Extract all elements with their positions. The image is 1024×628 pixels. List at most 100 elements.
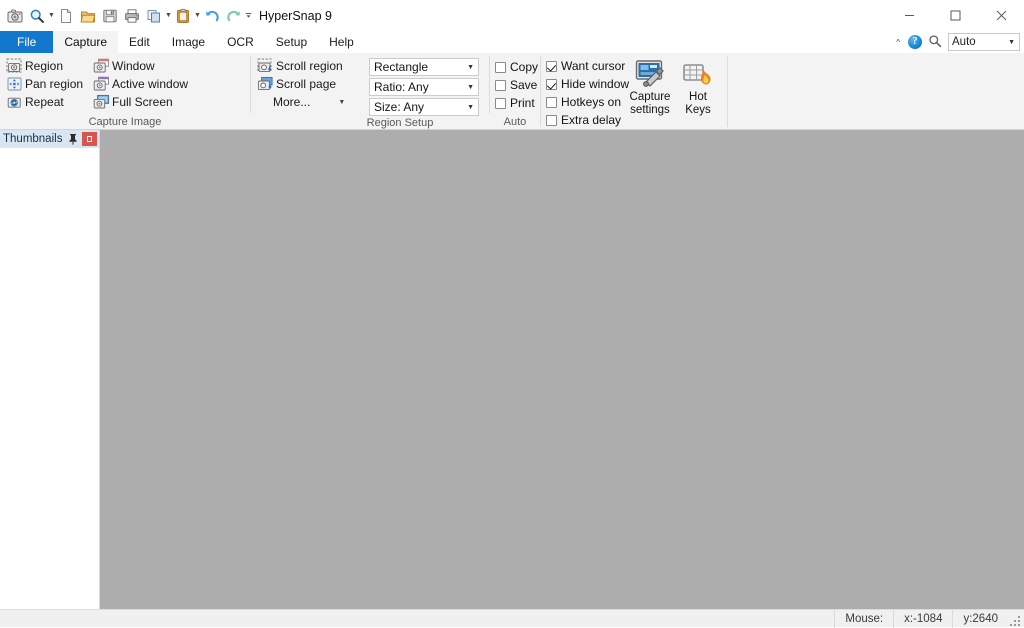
region-ratio-value: Ratio: Any [374, 80, 429, 94]
copy-icon[interactable] [143, 5, 165, 27]
checkbox-box [495, 79, 506, 91]
extra-delay-checkbox[interactable]: Extra delay [546, 111, 629, 129]
scroll-page-icon [257, 76, 274, 92]
want-cursor-label: Want cursor [561, 59, 626, 73]
pan-region-button[interactable]: Pan region [4, 75, 84, 93]
checkbox-box [546, 78, 557, 90]
tab-image[interactable]: Image [161, 31, 216, 53]
group-label-auto: Auto [503, 116, 527, 128]
auto-save-checkbox[interactable]: Save [495, 76, 538, 94]
thumbnails-list[interactable] [0, 148, 99, 609]
status-bar: Mouse: x:-1084 y:2640 [0, 609, 1024, 628]
pan-region-button-label: Pan region [25, 77, 84, 91]
collapse-ribbon-icon[interactable]: ^ [894, 38, 902, 47]
hot-keys-button[interactable]: Hot Keys [675, 56, 721, 116]
close-panel-icon[interactable] [82, 132, 97, 146]
search-icon[interactable] [928, 34, 942, 51]
zoom-level-value: Auto [952, 36, 976, 48]
chevron-down-icon: ▼ [467, 83, 474, 91]
camera-window-icon [93, 58, 110, 74]
close-button[interactable] [978, 0, 1024, 31]
workspace: Thumbnails [0, 130, 1024, 609]
new-icon[interactable] [55, 5, 77, 27]
capture-settings-button[interactable]: Capture settings [627, 56, 673, 116]
scroll-page-button[interactable]: Scroll page [255, 75, 373, 93]
paste-icon[interactable] [172, 5, 194, 27]
region-ratio-dropdown[interactable]: Ratio: Any ▼ [369, 78, 479, 96]
region-shape-dropdown[interactable]: Rectangle ▼ [369, 58, 479, 76]
paste-dropdown-arrow[interactable]: ▼ [194, 5, 201, 27]
thumbnails-panel: Thumbnails [0, 130, 100, 609]
chevron-down-icon: ▼ [1008, 38, 1015, 46]
print-icon[interactable] [121, 5, 143, 27]
chevron-down-icon: ▼ [467, 103, 474, 111]
zoom-icon[interactable] [26, 5, 48, 27]
hypersnap-window: ▼ ▼ ▼ HyperSnap 9 File Capture Edit Imag… [0, 0, 1024, 628]
auto-copy-label: Copy [510, 60, 539, 74]
hot-keys-icon [682, 58, 714, 90]
tab-edit[interactable]: Edit [118, 31, 161, 53]
tab-setup[interactable]: Setup [265, 31, 318, 53]
auto-print-checkbox[interactable]: Print [495, 94, 538, 112]
capture-icon[interactable] [4, 5, 26, 27]
tab-ocr[interactable]: OCR [216, 31, 265, 53]
image-canvas[interactable] [100, 130, 1024, 609]
scroll-region-button[interactable]: Scroll region [255, 57, 373, 75]
copy-dropdown-arrow[interactable]: ▼ [165, 5, 172, 27]
full-screen-button[interactable]: Full Screen [91, 93, 241, 111]
want-cursor-checkbox[interactable]: Want cursor [546, 57, 629, 75]
status-mouse-x: x:-1084 [893, 609, 952, 628]
capture-settings-icon [634, 58, 666, 90]
more-region-options-button[interactable]: More... ▼ [255, 93, 373, 111]
auto-copy-checkbox[interactable]: Copy [495, 58, 538, 76]
window-button-label: Window [112, 59, 155, 73]
camera-full-screen-icon [93, 94, 110, 110]
pin-icon[interactable] [67, 132, 79, 146]
region-shape-value: Rectangle [374, 60, 429, 74]
tab-capture[interactable]: Capture [53, 31, 119, 53]
checkbox-box [546, 60, 557, 72]
repeat-button[interactable]: Repeat [4, 93, 82, 111]
checkbox-box [546, 114, 557, 126]
customize-quick-access-icon[interactable] [245, 5, 252, 27]
scroll-page-button-label: Scroll page [276, 77, 337, 91]
thumbnails-panel-title: Thumbnails [3, 133, 63, 145]
hotkeys-on-checkbox[interactable]: Hotkeys on [546, 93, 629, 111]
checkbox-box [546, 96, 557, 108]
extra-delay-label: Extra delay [561, 113, 622, 127]
undo-icon[interactable] [201, 5, 223, 27]
capture-settings-line1: Capture [629, 91, 671, 103]
thumbnails-panel-header: Thumbnails [0, 130, 99, 148]
repeat-capture-icon [6, 94, 23, 110]
help-icon[interactable]: ? [908, 35, 922, 49]
app-title: HyperSnap 9 [259, 8, 332, 23]
scroll-region-button-label: Scroll region [276, 59, 343, 73]
tab-help[interactable]: Help [318, 31, 365, 53]
hide-window-label: Hide window [561, 77, 630, 91]
region-button[interactable]: Region [4, 57, 82, 75]
region-size-value: Size: Any [374, 100, 425, 114]
more-button-label: More... [273, 95, 311, 109]
region-size-dropdown[interactable]: Size: Any ▼ [369, 98, 479, 116]
redo-icon[interactable] [223, 5, 245, 27]
tab-file[interactable]: File [0, 31, 54, 53]
hide-window-checkbox[interactable]: Hide window [546, 75, 629, 93]
ribbon-tabs-right: ^ ? Auto ▼ [894, 31, 1020, 53]
pan-region-icon [6, 76, 23, 92]
active-window-button[interactable]: Active window [91, 75, 241, 93]
zoom-dropdown-arrow[interactable]: ▼ [48, 5, 55, 27]
group-label-region-setup: Region Setup [366, 117, 434, 129]
save-icon[interactable] [99, 5, 121, 27]
open-icon[interactable] [77, 5, 99, 27]
region-setup-dropdowns: Rectangle ▼ Ratio: Any ▼ Size: Any ▼ Reg… [367, 53, 489, 130]
minimize-button[interactable] [886, 0, 932, 31]
maximize-button[interactable] [932, 0, 978, 31]
repeat-button-label: Repeat [25, 95, 64, 109]
zoom-level-dropdown[interactable]: Auto ▼ [948, 33, 1020, 51]
resize-grip[interactable] [1008, 610, 1024, 628]
status-mouse-label: Mouse: [834, 609, 893, 628]
full-screen-button-label: Full Screen [112, 95, 173, 109]
hot-keys-line2: Keys [685, 103, 711, 116]
window-button[interactable]: Window [91, 57, 241, 75]
quick-access-toolbar: ▼ ▼ ▼ HyperSnap 9 [4, 5, 332, 27]
